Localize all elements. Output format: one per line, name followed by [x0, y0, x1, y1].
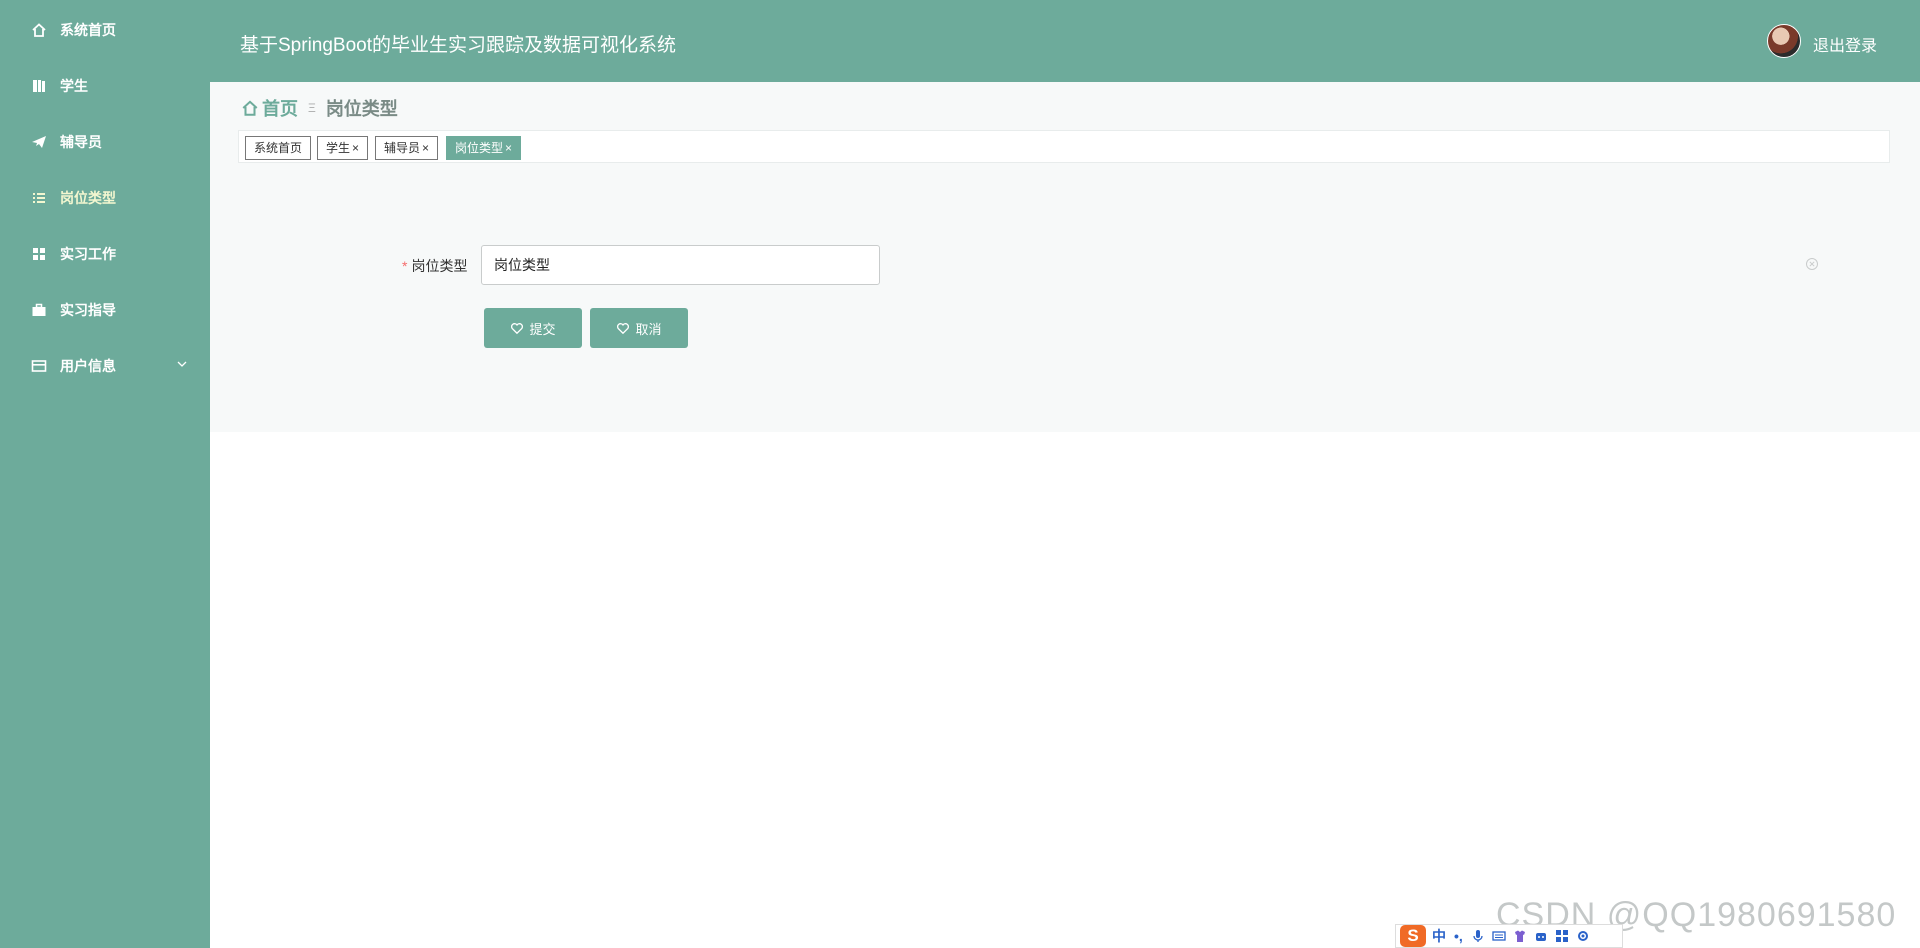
tag-home[interactable]: 系统首页	[245, 136, 312, 160]
sidebar-item-internship-work[interactable]: 实习工作	[0, 234, 210, 274]
tag-label: 岗位类型	[455, 141, 504, 155]
sidebar-item-label: 辅导员	[60, 134, 102, 150]
tag-label: 辅导员	[384, 141, 421, 155]
breadcrumb-separator: Ξ	[308, 101, 316, 115]
sidebar-item-job-types[interactable]: 岗位类型	[0, 178, 210, 218]
field-label-text: 岗位类型	[411, 258, 468, 274]
breadcrumb-current: 岗位类型	[325, 99, 398, 119]
sidebar-item-user-info[interactable]: 用户信息	[0, 346, 210, 386]
chevron-down-icon[interactable]	[176, 358, 188, 370]
sidebar: 系统首页 学生 辅导员 岗位类型 实习工作 实习指导 用户信息	[0, 0, 210, 948]
ime-punctuation[interactable]: •,	[1454, 928, 1463, 944]
settings-icon[interactable]	[1576, 929, 1590, 943]
sidebar-item-label: 实习指导	[60, 302, 116, 318]
apps-icon[interactable]	[1555, 929, 1569, 943]
header: 基于SpringBoot的毕业生实习跟踪及数据可视化系统 退出登录	[210, 0, 1920, 82]
cancel-button[interactable]: 取消	[590, 308, 688, 348]
close-icon[interactable]: ×	[505, 141, 512, 155]
ime-mode[interactable]: 中	[1432, 926, 1446, 946]
keyboard-icon[interactable]	[1492, 929, 1506, 943]
tag-label: 学生	[326, 141, 351, 155]
paper-plane-icon	[30, 133, 48, 151]
breadcrumb: 首页 Ξ 岗位类型	[241, 95, 398, 121]
heart-icon	[511, 323, 524, 335]
close-icon[interactable]: ×	[352, 141, 359, 155]
list-icon	[30, 189, 48, 207]
close-icon[interactable]: ×	[422, 141, 429, 155]
tag-students[interactable]: 学生 ×	[317, 136, 369, 160]
job-type-input[interactable]	[481, 245, 880, 285]
logout-button[interactable]: 退出登录	[1813, 32, 1877, 56]
job-type-label: * 岗位类型	[402, 256, 467, 276]
home-icon	[30, 21, 48, 39]
tag-counselors[interactable]: 辅导员 ×	[375, 136, 439, 160]
sidebar-item-students[interactable]: 学生	[0, 66, 210, 106]
sidebar-item-counselors[interactable]: 辅导员	[0, 122, 210, 162]
ime-logo[interactable]: S	[1400, 925, 1426, 947]
sidebar-item-label: 岗位类型	[60, 190, 116, 206]
sidebar-item-home[interactable]: 系统首页	[0, 10, 210, 50]
book-icon	[30, 77, 48, 95]
breadcrumb-home[interactable]: 首页	[262, 95, 298, 121]
heart-icon	[617, 323, 630, 335]
submit-label: 提交	[529, 321, 556, 337]
tag-job-types[interactable]: 岗位类型 ×	[446, 136, 522, 160]
sidebar-item-label: 学生	[60, 78, 88, 94]
sidebar-item-label: 实习工作	[60, 246, 116, 262]
sidebar-item-label: 用户信息	[60, 358, 116, 374]
grid-icon	[30, 245, 48, 263]
sidebar-item-label: 系统首页	[60, 22, 116, 38]
microphone-icon[interactable]	[1471, 929, 1485, 943]
avatar[interactable]	[1767, 24, 1801, 58]
briefcase-icon	[30, 301, 48, 319]
ime-toolbar[interactable]: S 中 •,	[1395, 924, 1623, 948]
submit-button[interactable]: 提交	[484, 308, 582, 348]
tag-label: 系统首页	[254, 141, 303, 155]
card-icon	[30, 357, 48, 375]
sidebar-item-internship-guidance[interactable]: 实习指导	[0, 290, 210, 330]
skin-icon[interactable]	[1513, 929, 1527, 943]
cancel-label: 取消	[635, 321, 662, 337]
app-title: 基于SpringBoot的毕业生实习跟踪及数据可视化系统	[240, 35, 677, 56]
robot-icon[interactable]	[1534, 929, 1548, 943]
required-mark: *	[402, 258, 408, 274]
clear-icon[interactable]	[1804, 256, 1820, 272]
tags-view: 系统首页 学生 × 辅导员 × 岗位类型 ×	[238, 130, 1890, 163]
home-icon	[242, 100, 258, 116]
